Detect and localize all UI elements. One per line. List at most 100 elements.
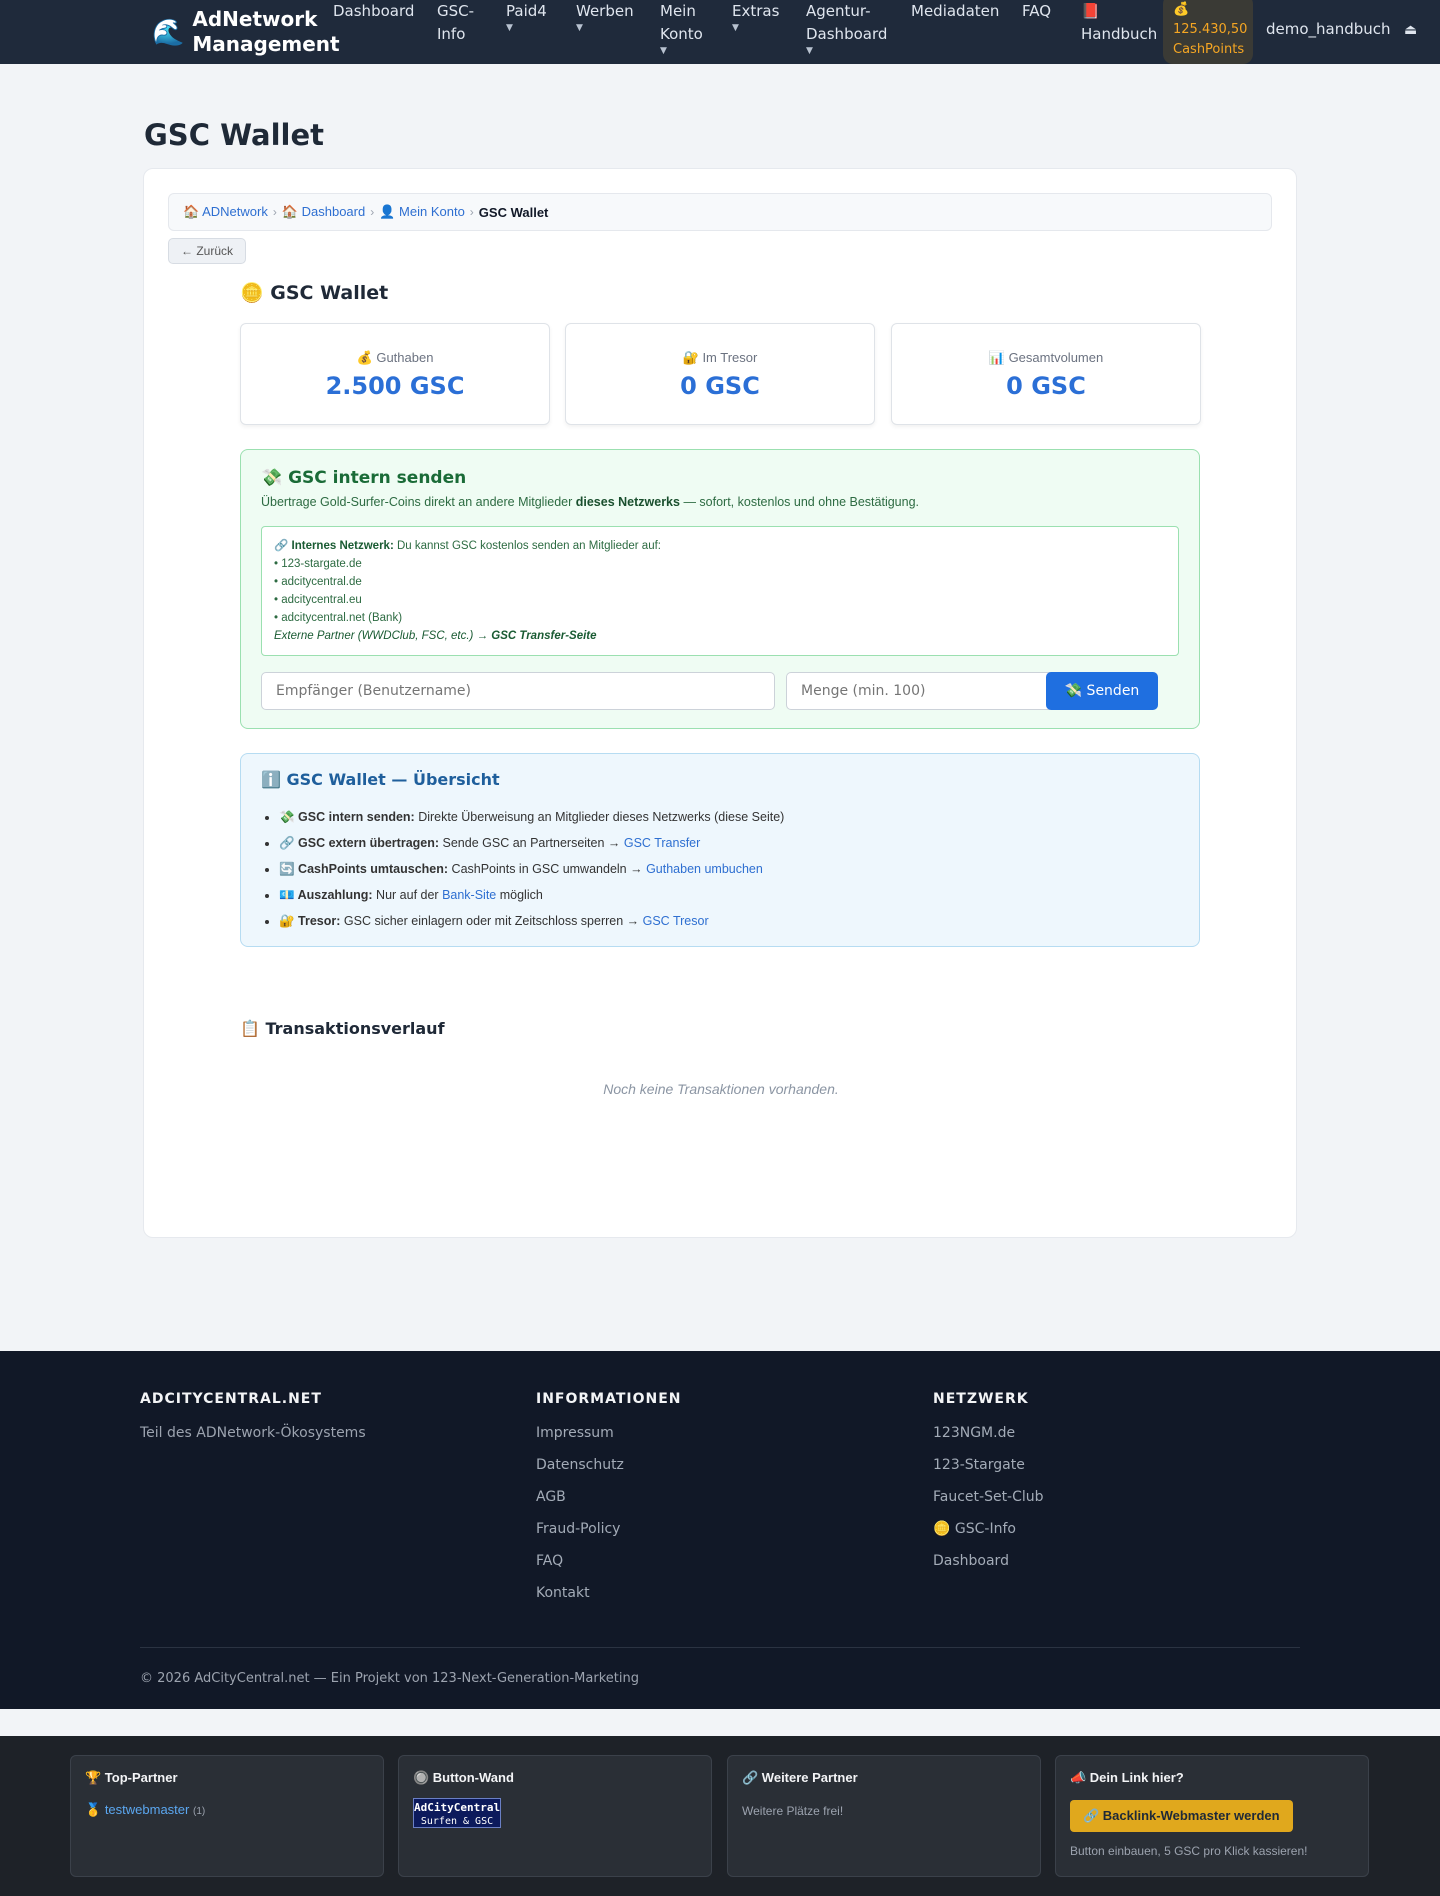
logout-icon[interactable]: ⏏ [1404,21,1417,38]
nav-dashboard[interactable]: Dashboard [333,0,414,23]
send-button[interactable]: 💸 Senden [1046,672,1158,710]
stat-guthaben: 💰 Guthaben 2.500 GSC [240,323,550,425]
footer-link-kontakt[interactable]: Kontakt [536,1577,682,1609]
nav-mediadaten[interactable]: Mediadaten [911,0,999,23]
transactions-empty: Noch keine Transaktionen vorhanden. [603,1081,839,1097]
footer-col-info: INFORMATIONEN Impressum Datenschutz AGB … [536,1391,682,1609]
cashpoints-unit: CashPoints [1173,42,1245,57]
wave-icon: 🌊 [152,17,185,47]
adcitycentral-badge[interactable]: AdCityCentral Surfen & GSC [413,1798,501,1828]
breadcrumb-adnetwork[interactable]: 🏠 ADNetwork [183,204,268,220]
main-card: 🏠 ADNetwork › 🏠 Dashboard › 👤 Mein Konto… [143,168,1297,1238]
footer: ADCITYCENTRAL.NET Teil des ADNetwork-Öko… [0,1351,1440,1709]
more-partners-text: Weitere Plätze frei! [742,1804,844,1818]
footer-copyright: © 2026 AdCityCentral.net — Ein Projekt v… [140,1671,639,1686]
nav-mein-konto[interactable]: Mein Konto ▼ [660,0,720,57]
footer-link-faucet-set-club[interactable]: Faucet-Set-Club [933,1481,1044,1513]
footer-heading: INFORMATIONEN [536,1391,682,1407]
footer-col-network: NETZWERK 123NGM.de 123-Stargate Faucet-S… [933,1391,1044,1577]
footer-link-fraud-policy[interactable]: Fraud-Policy [536,1513,682,1545]
footer-link-impressum[interactable]: Impressum [536,1417,682,1449]
medal-icon: 🥇 [85,1802,102,1817]
send-description: Übertrage Gold-Surfer-Coins direkt an an… [261,495,920,509]
cashpoints-balance[interactable]: 💰 125.430,50 CashPoints [1163,0,1253,64]
brand-logo[interactable]: 🌊 AdNetwork Management [152,7,340,57]
top-partner-title: 🏆 Top-Partner [85,1770,178,1785]
list-item: 💶 Auszahlung: Nur auf der Bank-Site mögl… [279,882,784,908]
breadcrumb-separator: › [272,205,277,219]
footer-link-123ngm[interactable]: 123NGM.de [933,1417,1044,1449]
page-title: GSC Wallet [144,118,325,152]
overview-list: 💸 GSC intern senden: Direkte Überweisung… [279,804,784,934]
network-site: • adcitycentral.net (Bank) [274,612,403,624]
stat-value: 0 GSC [680,372,760,400]
breadcrumb-current: GSC Wallet [478,204,549,220]
footer-link-datenschutz[interactable]: Datenschutz [536,1449,682,1481]
nav-werben[interactable]: Werben ▼ [576,0,634,34]
nav-faq[interactable]: FAQ [1022,0,1051,23]
breadcrumb-dashboard[interactable]: 🏠 Dashboard [282,204,365,220]
chevron-down-icon: ▼ [576,23,583,33]
nav-agentur-dashboard[interactable]: Agentur-Dashboard ▼ [806,0,896,57]
nav-handbuch[interactable]: 📕 Handbuch [1081,0,1157,46]
footer-heading: ADCITYCENTRAL.NET [140,1391,322,1407]
nav-extras[interactable]: Extras ▼ [732,0,779,34]
footer-heading: NETZWERK [933,1391,1029,1407]
top-partner-count: (1) [192,1806,206,1817]
wallet-overview-panel: ℹ️ GSC Wallet — Übersicht 💸 GSC intern s… [240,753,1200,947]
backlink-note: Button einbauen, 5 GSC pro Klick kassier… [1070,1844,1308,1858]
gsc-tresor-link[interactable]: GSC Tresor [643,914,709,928]
wallet-title: 🪙 GSC Wallet [240,282,389,304]
bank-site-link[interactable]: Bank-Site [442,888,496,902]
stat-label: 📊 Gesamtvolumen [988,350,1104,365]
recipient-input[interactable] [261,672,775,710]
footer-link-agb[interactable]: AGB [536,1481,682,1513]
backlink-webmaster-button[interactable]: 🔗 Backlink-Webmaster werden [1070,1800,1293,1832]
money-bag-icon: 💰 [1173,2,1190,17]
button-wall-title: 🔘 Button-Wand [413,1770,514,1785]
footer-divider [140,1647,1300,1648]
stat-gesamtvolumen: 📊 Gesamtvolumen 0 GSC [891,323,1201,425]
list-item: 💸 GSC intern senden: Direkte Überweisung… [279,804,784,830]
gsc-transfer-link[interactable]: GSC Transfer [624,836,700,850]
breadcrumb: 🏠 ADNetwork › 🏠 Dashboard › 👤 Mein Konto… [168,193,1272,231]
internal-network-info: 🔗 Internes Netzwerk: Du kannst GSC koste… [261,526,1179,656]
amount-input[interactable] [786,672,1056,710]
stat-tresor: 🔐 Im Tresor 0 GSC [565,323,875,425]
footer-col-about: ADCITYCENTRAL.NET Teil des ADNetwork-Öko… [140,1391,366,1441]
list-item: 🔄 CashPoints umtauschen: CashPoints in G… [279,856,784,882]
breadcrumb-separator: › [370,205,375,219]
send-title: 💸 GSC intern senden [261,468,467,488]
more-partners-title: 🔗 Weitere Partner [742,1770,858,1785]
top-partner-link[interactable]: testwebmaster [105,1802,190,1817]
list-item: 🔐 Tresor: GSC sicher einlagern oder mit … [279,908,784,934]
footer-link-faq[interactable]: FAQ [536,1545,682,1577]
transactions-title: 📋 Transaktionsverlauf [240,1019,445,1038]
footer-link-gsc-info[interactable]: 🪙 GSC-Info [933,1513,1044,1545]
stat-value: 0 GSC [1006,372,1086,400]
network-site: • 123-stargate.de [274,558,362,570]
breadcrumb-separator: › [469,205,474,219]
top-partner-box: 🏆 Top-Partner 🥇 testwebmaster (1) [70,1755,384,1877]
your-link-title: 📣 Dein Link hier? [1070,1770,1184,1785]
cashpoints-value: 125.430,50 [1173,22,1248,37]
overview-title: ℹ️ GSC Wallet — Übersicht [261,770,500,789]
back-button[interactable]: ← Zurück [168,238,247,264]
gsc-transfer-link[interactable]: GSC Transfer-Seite [491,630,596,642]
user-menu[interactable]: demo_handbuch [1266,20,1391,38]
stat-label: 🔐 Im Tresor [682,350,758,365]
stat-label: 💰 Guthaben [356,350,434,365]
stat-value: 2.500 GSC [325,372,465,400]
chevron-down-icon: ▼ [806,46,813,56]
top-navbar: 🌊 AdNetwork Management Dashboard GSC-Inf… [0,0,1440,64]
more-partners-box: 🔗 Weitere Partner Weitere Plätze frei! [727,1755,1041,1877]
guthaben-umbuchen-link[interactable]: Guthaben umbuchen [646,862,763,876]
footer-link-dashboard[interactable]: Dashboard [933,1545,1044,1577]
breadcrumb-mein-konto[interactable]: 👤 Mein Konto [379,204,465,220]
nav-gsc-info[interactable]: GSC-Info [437,0,487,46]
footer-link-123-stargate[interactable]: 123-Stargate [933,1449,1044,1481]
nav-paid4[interactable]: Paid4 ▼ [506,0,547,34]
chevron-down-icon: ▼ [732,23,739,33]
send-gsc-panel: 💸 GSC intern senden Übertrage Gold-Surfe… [240,449,1200,729]
brand-name: AdNetwork Management [192,7,340,56]
